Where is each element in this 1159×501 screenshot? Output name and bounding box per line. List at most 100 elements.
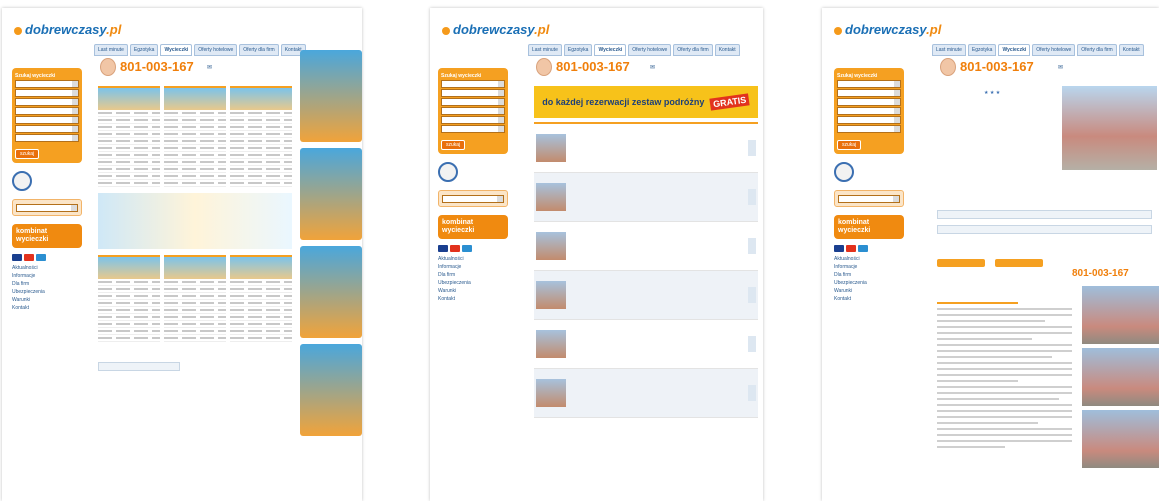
menu-item-3[interactable]: Ubezpieczenia (12, 289, 82, 295)
gallery-photo[interactable] (1082, 348, 1159, 406)
email-link[interactable]: ✉ (1058, 64, 1063, 71)
hotel-row[interactable] (534, 173, 758, 222)
select-3[interactable] (441, 98, 505, 106)
hotel-row[interactable] (534, 369, 758, 418)
gallery-photo[interactable] (1082, 410, 1159, 468)
menu-item-2[interactable]: Dla firm (12, 281, 82, 287)
chevron-right-icon[interactable] (748, 336, 756, 352)
newsletter-input[interactable] (16, 204, 78, 212)
menu-item-3[interactable]: Ubezpieczenia (834, 280, 904, 286)
menu-item-2[interactable]: Dla firm (834, 272, 904, 278)
deal-column[interactable] (230, 255, 292, 342)
tab-1[interactable]: Egzotyka (129, 44, 159, 56)
select-6[interactable] (15, 125, 79, 133)
tab-2[interactable]: Wycieczki (160, 44, 193, 56)
menu-item-1[interactable]: Informacje (12, 273, 82, 279)
booking-input[interactable] (937, 210, 1152, 219)
select-5[interactable] (15, 116, 79, 124)
combo-banner[interactable]: kombinat wycieczki (438, 215, 508, 239)
email-link[interactable]: ✉ (650, 64, 655, 71)
chevron-right-icon[interactable] (748, 238, 756, 254)
ad-banner[interactable] (300, 148, 362, 240)
tab-1[interactable]: Egzotyka (967, 44, 997, 56)
hotel-row[interactable] (534, 222, 758, 271)
tab-2[interactable]: Wycieczki (594, 44, 627, 56)
menu-item-0[interactable]: Aktualności (12, 265, 82, 271)
deal-column[interactable] (98, 255, 160, 342)
combo-banner[interactable]: kombinat wycieczki (12, 224, 82, 248)
deal-column[interactable] (164, 86, 226, 187)
tab-5[interactable]: Kontakt (1118, 44, 1144, 56)
hotel-row[interactable] (534, 320, 758, 369)
hotel-row[interactable] (534, 124, 758, 173)
deal-column[interactable] (164, 255, 226, 342)
menu-item-4[interactable]: Warunki (834, 288, 904, 294)
select-4[interactable] (441, 107, 505, 115)
select-6[interactable] (837, 125, 901, 133)
tab-1[interactable]: Egzotyka (563, 44, 593, 56)
deal-column[interactable] (230, 86, 292, 187)
ad-banner[interactable] (300, 344, 362, 436)
select-2[interactable] (441, 89, 505, 97)
gallery-photo[interactable] (1082, 286, 1159, 344)
gift-promo[interactable]: do każdej rezerwacji zestaw podróżny GRA… (534, 86, 758, 118)
site-logo[interactable]: dobrewczasy.pl (442, 22, 549, 37)
select-2[interactable] (837, 89, 901, 97)
menu-item-3[interactable]: Ubezpieczenia (438, 280, 508, 286)
ad-banner[interactable] (300, 246, 362, 338)
chevron-right-icon[interactable] (748, 385, 756, 401)
newsletter-input[interactable] (442, 195, 504, 203)
tab-0[interactable]: Last minute (932, 44, 966, 56)
ad-banner[interactable] (300, 50, 362, 142)
select-2[interactable] (15, 89, 79, 97)
footer-select[interactable] (98, 362, 180, 371)
combo-banner[interactable]: kombinat wycieczki (834, 215, 904, 239)
tab-3[interactable]: Oferty hotelowe (194, 44, 238, 56)
select-5[interactable] (441, 116, 505, 124)
select-4[interactable] (15, 107, 79, 115)
select-1[interactable] (441, 80, 505, 88)
tab-0[interactable]: Last minute (528, 44, 562, 56)
menu-item-4[interactable]: Warunki (12, 297, 82, 303)
select-3[interactable] (15, 98, 79, 106)
deal-column[interactable] (98, 86, 160, 187)
select-1[interactable] (15, 80, 79, 88)
tab-3[interactable]: Oferty hotelowe (628, 44, 672, 56)
menu-item-2[interactable]: Dla firm (438, 272, 508, 278)
menu-item-5[interactable]: Kontakt (834, 296, 904, 302)
menu-item-1[interactable]: Informacje (438, 264, 508, 270)
promo-banner[interactable] (98, 193, 292, 249)
tab-4[interactable]: Oferty dla firm (1077, 44, 1117, 56)
tab-4[interactable]: Oferty dla firm (239, 44, 279, 56)
site-logo[interactable]: dobrewczasy.pl (14, 22, 121, 37)
search-button[interactable]: szukaj (15, 149, 40, 159)
site-logo[interactable]: dobrewczasy.pl (834, 22, 941, 37)
chevron-right-icon[interactable] (748, 140, 756, 156)
tab-0[interactable]: Last minute (94, 44, 128, 56)
select-3[interactable] (837, 98, 901, 106)
menu-item-5[interactable]: Kontakt (438, 296, 508, 302)
tab-4[interactable]: Oferty dla firm (673, 44, 713, 56)
select-5[interactable] (837, 116, 901, 124)
tab-2[interactable]: Wycieczki (998, 44, 1031, 56)
select-7[interactable] (15, 134, 79, 142)
newsletter-input[interactable] (838, 195, 900, 203)
search-button[interactable]: szukaj (441, 140, 466, 150)
select-1[interactable] (837, 80, 901, 88)
menu-item-0[interactable]: Aktualności (438, 256, 508, 262)
select-6[interactable] (441, 125, 505, 133)
select-4[interactable] (837, 107, 901, 115)
booking-button[interactable] (995, 259, 1044, 267)
chevron-right-icon[interactable] (748, 189, 756, 205)
menu-item-5[interactable]: Kontakt (12, 305, 82, 311)
hotel-row[interactable] (534, 271, 758, 320)
tab-5[interactable]: Kontakt (714, 44, 740, 56)
menu-item-0[interactable]: Aktualności (834, 256, 904, 262)
hotel-photo[interactable] (1062, 86, 1157, 170)
menu-item-1[interactable]: Informacje (834, 264, 904, 270)
email-link[interactable]: ✉ (207, 64, 212, 71)
tab-3[interactable]: Oferty hotelowe (1032, 44, 1076, 56)
booking-button[interactable] (937, 259, 985, 267)
chevron-right-icon[interactable] (748, 287, 756, 303)
booking-select[interactable] (937, 225, 1152, 234)
